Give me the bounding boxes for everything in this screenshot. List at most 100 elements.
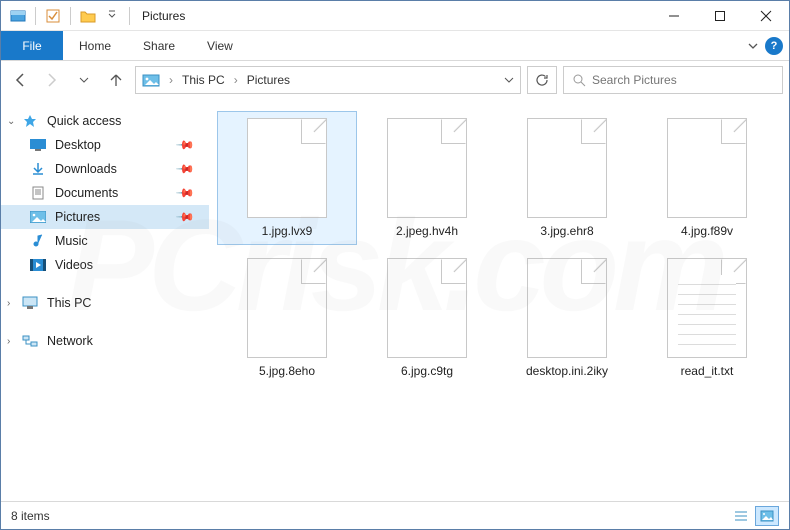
this-pc-label: This PC <box>47 296 91 310</box>
sidebar-item-desktop[interactable]: Desktop 📌 <box>1 133 209 157</box>
search-input[interactable] <box>592 73 774 87</box>
network-header[interactable]: › Network <box>1 329 209 353</box>
file-label: read_it.txt <box>681 364 734 378</box>
pictures-folder-icon <box>142 73 160 87</box>
text-file-icon <box>667 258 747 358</box>
sidebar-item-label: Downloads <box>55 162 117 176</box>
file-item[interactable]: 6.jpg.c9tg <box>357 251 497 385</box>
unknown-file-icon <box>527 118 607 218</box>
search-icon <box>572 73 586 87</box>
pin-icon: 📌 <box>175 159 195 179</box>
sidebar-item-label: Videos <box>55 258 93 272</box>
network-icon <box>21 332 39 350</box>
file-label: 1.jpg.lvx9 <box>262 224 313 238</box>
address-dropdown-icon[interactable] <box>504 75 514 85</box>
file-item[interactable]: desktop.ini.2iky <box>497 251 637 385</box>
file-tab[interactable]: File <box>1 31 63 60</box>
item-count: 8 items <box>11 509 50 523</box>
sidebar-item-documents[interactable]: Documents 📌 <box>1 181 209 205</box>
status-bar: 8 items <box>1 501 789 529</box>
window-title: Pictures <box>142 9 185 23</box>
star-icon <box>21 112 39 130</box>
videos-icon <box>29 256 47 274</box>
unknown-file-icon <box>387 118 467 218</box>
sidebar-item-label: Desktop <box>55 138 101 152</box>
file-pane[interactable]: 1.jpg.lvx9 2.jpeg.hv4h 3.jpg.ehr8 4.jpg.f89… <box>209 99 789 501</box>
file-label: 2.jpeg.hv4h <box>396 224 458 238</box>
address-bar[interactable]: › This PC › Pictures <box>135 66 521 94</box>
file-label: 4.jpg.f89v <box>681 224 733 238</box>
file-item[interactable]: 4.jpg.f89v <box>637 111 777 245</box>
expand-icon[interactable]: › <box>7 298 10 309</box>
refresh-button[interactable] <box>527 66 557 94</box>
quick-access-toolbar: Pictures <box>1 5 185 27</box>
tab-share[interactable]: Share <box>127 31 191 60</box>
file-item[interactable]: 2.jpeg.hv4h <box>357 111 497 245</box>
qat-dropdown-icon[interactable] <box>101 5 123 27</box>
pin-icon: 📌 <box>175 207 195 227</box>
forward-button[interactable] <box>39 67 65 93</box>
sidebar-item-label: Music <box>55 234 88 248</box>
unknown-file-icon <box>387 258 467 358</box>
thumbnails-view-button[interactable] <box>755 506 779 526</box>
pc-icon <box>21 294 39 312</box>
title-bar: Pictures <box>1 1 789 31</box>
pin-icon: 📌 <box>175 183 195 203</box>
crumb-this-pc[interactable]: This PC <box>182 73 225 87</box>
file-item[interactable]: 1.jpg.lvx9 <box>217 111 357 245</box>
window-controls <box>651 1 789 31</box>
close-button[interactable] <box>743 1 789 31</box>
crumb-chevron-icon[interactable]: › <box>234 73 238 87</box>
tab-home[interactable]: Home <box>63 31 127 60</box>
sidebar-item-label: Documents <box>55 186 118 200</box>
expand-icon[interactable]: ⌄ <box>7 116 15 127</box>
maximize-button[interactable] <box>697 1 743 31</box>
pin-icon: 📌 <box>175 135 195 155</box>
music-icon <box>29 232 47 250</box>
desktop-icon <box>29 136 47 154</box>
network-label: Network <box>47 334 93 348</box>
up-button[interactable] <box>103 67 129 93</box>
unknown-file-icon <box>247 258 327 358</box>
app-icon <box>7 5 29 27</box>
unknown-file-icon <box>247 118 327 218</box>
this-pc-header[interactable]: › This PC <box>1 291 209 315</box>
sidebar-item-label: Pictures <box>55 210 100 224</box>
documents-icon <box>29 184 47 202</box>
file-item[interactable]: 5.jpg.8eho <box>217 251 357 385</box>
file-item[interactable]: read_it.txt <box>637 251 777 385</box>
help-icon[interactable]: ? <box>765 37 783 55</box>
crumb-chevron-icon[interactable]: › <box>169 73 173 87</box>
sidebar-item-videos[interactable]: Videos <box>1 253 209 277</box>
quick-access-header[interactable]: ⌄ Quick access <box>1 109 209 133</box>
file-label: 3.jpg.ehr8 <box>540 224 593 238</box>
recent-dropdown[interactable] <box>71 67 97 93</box>
file-label: 5.jpg.8eho <box>259 364 315 378</box>
folder-icon[interactable] <box>77 5 99 27</box>
expand-icon[interactable]: › <box>7 336 10 347</box>
file-label: 6.jpg.c9tg <box>401 364 453 378</box>
sidebar-item-music[interactable]: Music <box>1 229 209 253</box>
tab-view[interactable]: View <box>191 31 249 60</box>
file-label: desktop.ini.2iky <box>526 364 608 378</box>
navigation-pane[interactable]: ⌄ Quick access Desktop 📌 Downloads 📌 Doc… <box>1 99 209 501</box>
quick-access-label: Quick access <box>47 114 121 128</box>
navigation-row: › This PC › Pictures <box>1 61 789 99</box>
file-item[interactable]: 3.jpg.ehr8 <box>497 111 637 245</box>
minimize-button[interactable] <box>651 1 697 31</box>
details-view-button[interactable] <box>729 506 753 526</box>
sidebar-item-pictures[interactable]: Pictures 📌 <box>1 205 209 229</box>
properties-icon[interactable] <box>42 5 64 27</box>
search-box[interactable] <box>563 66 783 94</box>
unknown-file-icon <box>527 258 607 358</box>
back-button[interactable] <box>7 67 33 93</box>
file-grid: 1.jpg.lvx9 2.jpeg.hv4h 3.jpg.ehr8 4.jpg.f89… <box>217 111 781 385</box>
main-area: ⌄ Quick access Desktop 📌 Downloads 📌 Doc… <box>1 99 789 501</box>
pictures-icon <box>29 208 47 226</box>
ribbon-expand-icon[interactable] <box>747 40 759 52</box>
sidebar-item-downloads[interactable]: Downloads 📌 <box>1 157 209 181</box>
unknown-file-icon <box>667 118 747 218</box>
ribbon: File Home Share View ? <box>1 31 789 61</box>
crumb-pictures[interactable]: Pictures <box>247 73 290 87</box>
downloads-icon <box>29 160 47 178</box>
